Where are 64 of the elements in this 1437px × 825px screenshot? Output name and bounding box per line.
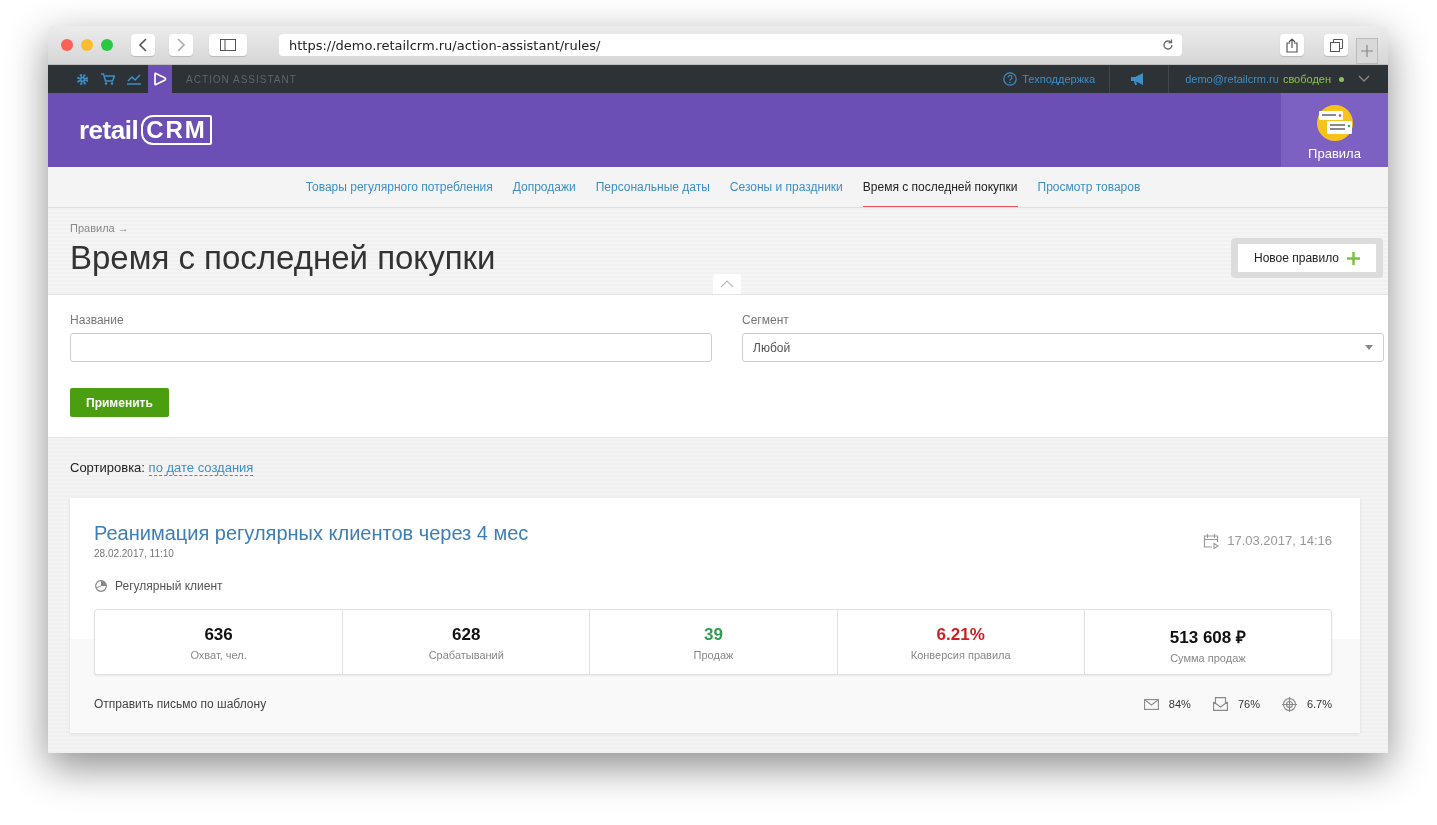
target-icon (1281, 696, 1297, 712)
breadcrumb-link[interactable]: Правила → (70, 222, 496, 234)
chevron-up-icon (720, 280, 734, 288)
user-email[interactable]: demo@retailcrm.ru (1185, 73, 1279, 85)
nav-tab[interactable]: Сезоны и праздники (729, 167, 843, 207)
stat-value: 636 (204, 625, 233, 645)
support-link[interactable]: Техподдержка (1003, 72, 1110, 86)
rules-module-button[interactable]: Правила (1281, 93, 1388, 167)
plus-icon (1361, 45, 1373, 57)
rule-title-link[interactable]: Реанимация регулярных клиентов через 4 мес (94, 522, 529, 544)
reload-icon[interactable] (1162, 39, 1174, 51)
calendar-icon (1203, 532, 1220, 549)
nav-tab[interactable]: Время с последней покупки (862, 167, 1018, 207)
sort-label: Сортировка: (70, 460, 145, 475)
play-icon[interactable] (148, 65, 172, 93)
forward-icon (176, 38, 186, 52)
chevron-down-icon[interactable] (1358, 75, 1370, 83)
name-input[interactable] (70, 333, 712, 362)
help-icon (1003, 72, 1018, 86)
stat-value: 513 608 ₽ (1169, 627, 1246, 648)
share-button[interactable] (1280, 34, 1304, 56)
field-label: Сегмент (742, 313, 790, 327)
user-status: свободен (1282, 73, 1331, 85)
stat-label: Срабатываний (428, 649, 504, 661)
page-title: Время с последней покупки (70, 239, 496, 277)
sort-link[interactable]: по дате создания (148, 460, 254, 476)
segment-name: Регулярный клиент (115, 579, 223, 593)
metric-value: 84% (1168, 698, 1191, 710)
nav-tab[interactable]: Персональные даты (595, 167, 710, 207)
open-envelope-icon (1212, 697, 1228, 711)
tabs-icon (1329, 38, 1343, 52)
pie-icon (95, 580, 107, 592)
back-icon (138, 38, 148, 52)
nav-tab[interactable]: Просмотр товаров (1037, 167, 1141, 207)
share-icon (1286, 37, 1298, 53)
address-bar[interactable]: https://demo.retailcrm.ru/action-assistant/rules/ (279, 34, 1182, 56)
metric-value: 6.7% (1306, 698, 1332, 710)
close-button[interactable] (61, 39, 73, 51)
apply-button[interactable]: Применить (70, 388, 169, 417)
back-button[interactable] (131, 34, 155, 56)
stat-label: Продаж (693, 649, 734, 661)
action-text: Отправить письмо по шаблону (94, 697, 267, 711)
launch-date: 17.03.2017, 14:16 (1227, 533, 1332, 548)
stat-label: Конверсия правила (910, 649, 1011, 661)
plus-icon (1347, 251, 1360, 265)
stat-value: 628 (452, 625, 481, 645)
field-label: Название (70, 313, 125, 327)
dropdown-icon (1365, 345, 1373, 350)
created-date: 28.02.2017, 11:10 (94, 548, 175, 559)
new-rule-button[interactable]: Новое правило (1237, 243, 1377, 273)
stat-label: Охват, чел. (190, 649, 247, 661)
forward-button[interactable] (169, 34, 193, 56)
rules-icon (1315, 104, 1354, 142)
sidebar-button[interactable] (209, 34, 247, 56)
nav-tab[interactable]: Допродажи (512, 167, 576, 207)
nav-tab[interactable]: Товары регулярного потребления (305, 167, 493, 207)
segment-select[interactable]: Любой (742, 333, 1384, 362)
metric-value: 76% (1237, 698, 1260, 710)
stat-value: 6.21% (936, 625, 985, 645)
stat-value: 39 (704, 625, 723, 645)
envelope-icon (1143, 698, 1159, 710)
sidebar-icon (220, 39, 236, 51)
stat-label: Сумма продаж (1170, 652, 1246, 664)
tabs-button[interactable] (1324, 34, 1348, 56)
